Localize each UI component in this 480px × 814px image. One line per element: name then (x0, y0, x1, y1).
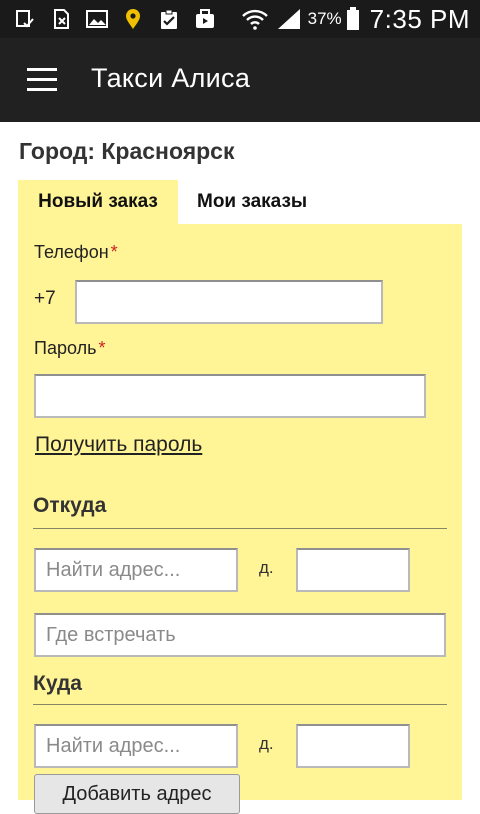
get-password-link[interactable]: Получить пароль (35, 433, 202, 457)
status-bar: 37% 7:35 PM (0, 0, 480, 38)
from-address-input[interactable] (34, 548, 238, 592)
notification-icons (14, 8, 216, 30)
sim-off-icon (54, 9, 69, 29)
phone-input[interactable] (75, 280, 383, 324)
status-right: 37% 7:35 PM (241, 3, 470, 34)
from-heading: Откуда (33, 494, 107, 517)
city-label: Город: Красноярск (19, 138, 235, 164)
password-label: Пароль * (34, 338, 105, 359)
add-address-button[interactable]: Добавить адрес (34, 774, 240, 814)
to-divider (33, 704, 447, 705)
clipboard-check-icon (161, 9, 177, 29)
app-bar: Такси Алиса (0, 38, 480, 122)
hamburger-menu-icon[interactable] (27, 68, 57, 92)
battery-icon (346, 7, 359, 30)
phone-label: Телефон * (34, 242, 118, 263)
image-icon (86, 10, 108, 28)
from-divider (33, 528, 447, 529)
from-house-label: д. (259, 558, 274, 577)
to-house-label: д. (259, 734, 274, 753)
password-label-text: Пароль (34, 338, 97, 358)
required-mark: * (110, 242, 118, 262)
password-input[interactable] (34, 374, 426, 418)
briefcase-icon (196, 9, 214, 28)
to-address-input[interactable] (34, 724, 238, 768)
clock: 7:35 PM (369, 3, 470, 34)
tab-my-orders[interactable]: Мои заказы (197, 180, 307, 224)
signal-icon (277, 9, 300, 29)
battery-percent: 37% (307, 9, 342, 28)
app-title: Такси Алиса (91, 63, 251, 93)
location-pin-icon (126, 9, 140, 29)
from-house-input[interactable] (296, 548, 410, 592)
download-done-icon (16, 10, 34, 28)
required-mark: * (98, 338, 106, 358)
phone-label-text: Телефон (34, 242, 109, 262)
wifi-icon (241, 9, 268, 30)
to-heading: Куда (33, 672, 82, 695)
to-house-input[interactable] (296, 724, 410, 768)
tab-new-order[interactable]: Новый заказ (18, 180, 178, 224)
phone-prefix: +7 (34, 288, 56, 309)
meeting-point-input[interactable] (34, 613, 446, 657)
